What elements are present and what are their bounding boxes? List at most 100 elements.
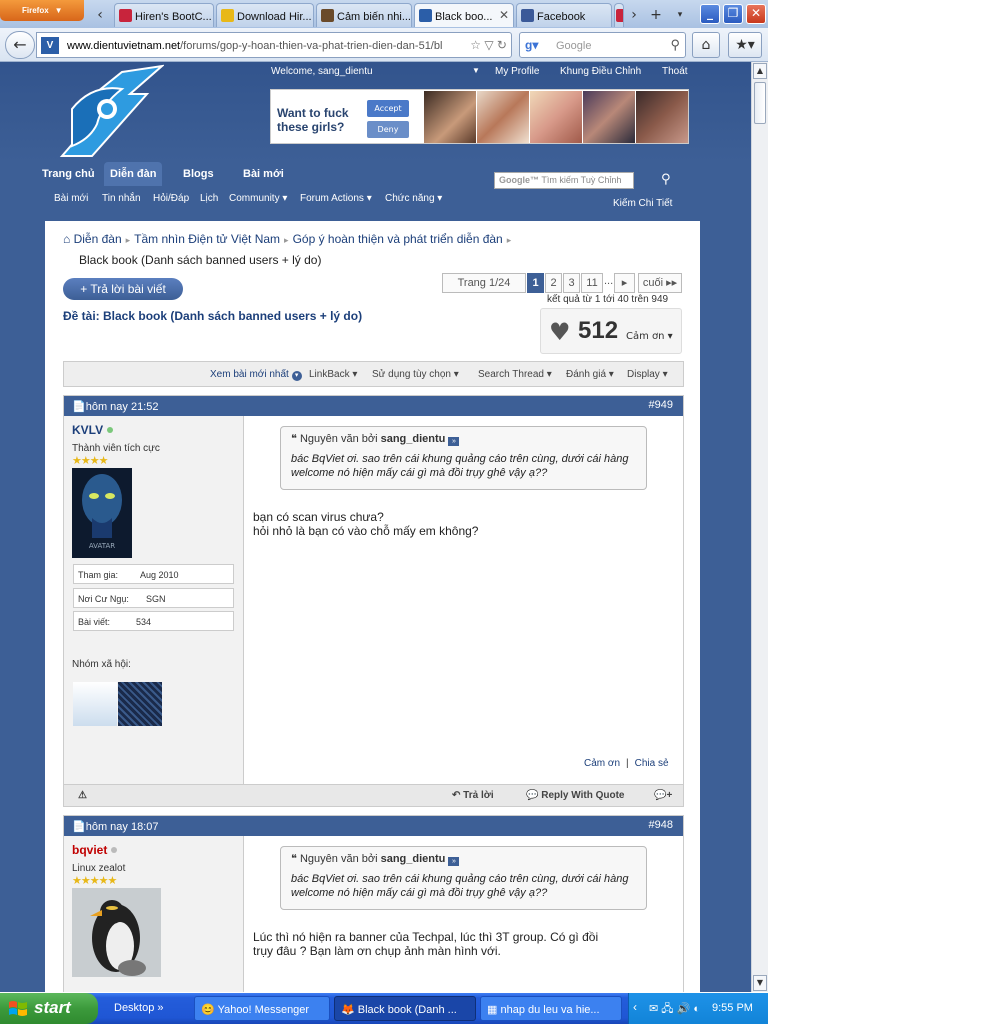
avatar[interactable]: AVATAR bbox=[72, 468, 132, 558]
rank-stars-icon: ★★★★★ bbox=[72, 874, 117, 887]
subnav-functions[interactable]: Chức năng ▾ bbox=[385, 193, 442, 204]
reply-thread-button[interactable]: + Trả lời bài viết bbox=[63, 278, 183, 300]
control-panel-link[interactable]: Khung Điều Chỉnh bbox=[560, 66, 641, 77]
post-number[interactable]: #949 bbox=[649, 399, 673, 411]
tab-hirens-bootcd[interactable]: Hiren's BootC... bbox=[114, 3, 214, 27]
reply-with-quote-button[interactable]: 💬 Reply With Quote bbox=[526, 790, 624, 801]
tab-facebook[interactable]: Facebook bbox=[516, 3, 612, 27]
thank-link[interactable]: Cảm ơn bbox=[584, 758, 620, 769]
tab-download-hirens[interactable]: Download Hir... bbox=[216, 3, 314, 27]
subnav-forum-actions[interactable]: Forum Actions ▾ bbox=[300, 193, 372, 204]
join-label: Tham gia: bbox=[78, 570, 119, 580]
view-newest-label: Xem bài mới nhất bbox=[210, 369, 289, 380]
advanced-search-link[interactable]: Kiếm Chi Tiết bbox=[613, 198, 672, 209]
task-desktop[interactable]: Desktop » bbox=[112, 996, 182, 1021]
thanks-box[interactable]: ♥ 512 Cảm ơn ▾ bbox=[540, 308, 682, 354]
welcome-dropdown-icon[interactable]: ▼ bbox=[472, 66, 480, 75]
nav-home[interactable]: Trang chủ bbox=[36, 165, 101, 183]
page-11[interactable]: 11 bbox=[581, 273, 603, 293]
tray-icons[interactable]: ✉ 🖧 🔊 ◐ bbox=[649, 1000, 700, 1019]
social-group-2-icon[interactable] bbox=[118, 682, 162, 726]
search-icon[interactable]: ⚲ bbox=[670, 37, 680, 53]
bookmark-star-icon[interactable]: ☆ ▽ ↻ bbox=[470, 38, 507, 52]
share-link[interactable]: Chia sẻ bbox=[635, 758, 669, 769]
view-post-icon[interactable]: » bbox=[448, 437, 460, 446]
page-label[interactable]: Trang 1/24 bbox=[442, 273, 526, 293]
display-menu[interactable]: Display ▾ bbox=[627, 369, 668, 380]
view-post-icon[interactable]: » bbox=[448, 857, 460, 866]
options-menu[interactable]: Sử dụng tùy chọn ▾ bbox=[372, 369, 459, 380]
post-body: Lúc thì nó hiện ra banner của Techpal, l… bbox=[253, 930, 598, 958]
back-button[interactable]: ← bbox=[5, 31, 35, 59]
site-logo[interactable] bbox=[52, 64, 164, 160]
ad-accept-button[interactable]: Accept bbox=[367, 100, 409, 117]
reply-button[interactable]: ↶ Trả lời bbox=[452, 790, 494, 801]
google-icon[interactable]: g▾ bbox=[525, 38, 538, 52]
site-identity-icon[interactable]: V bbox=[41, 37, 59, 54]
tab-list-icon[interactable]: ▾ bbox=[670, 4, 690, 26]
multi-quote-icon[interactable]: 💬+ bbox=[654, 790, 672, 801]
tab-scroll-right-icon[interactable]: › bbox=[624, 4, 644, 26]
search-icon[interactable]: ⚲ bbox=[661, 172, 671, 187]
username[interactable]: KVLV bbox=[72, 423, 114, 437]
tab-partial[interactable] bbox=[614, 3, 624, 27]
breadcrumb-feedback[interactable]: Góp ý hoàn thiện và phát triển diễn đàn bbox=[293, 232, 503, 246]
firefox-menu-button[interactable]: Firefox ▼ bbox=[0, 0, 84, 21]
task-yahoo-messenger[interactable]: 😊 Yahoo! Messenger bbox=[194, 996, 330, 1021]
rate-menu[interactable]: Đánh giá ▾ bbox=[566, 369, 614, 380]
tab-cam-bien[interactable]: Cảm biến nhi... bbox=[316, 3, 412, 27]
post-number[interactable]: #948 bbox=[649, 819, 673, 831]
next-page-button[interactable]: ▸ bbox=[614, 273, 635, 293]
subnav-faq[interactable]: Hỏi/Đáp bbox=[153, 193, 189, 204]
browser-window: Firefox ▼ ‹ Hiren's BootC... Download Hir… bbox=[0, 0, 768, 1024]
ad-deny-button[interactable]: Deny bbox=[367, 121, 409, 138]
tab-scroll-left-icon[interactable]: ‹ bbox=[90, 4, 110, 26]
task-black-book[interactable]: 🦊 Black book (Danh ... bbox=[334, 996, 476, 1021]
linkback-menu[interactable]: LinkBack ▾ bbox=[309, 369, 357, 380]
social-group-1-icon[interactable] bbox=[73, 682, 117, 726]
username[interactable]: bqviet bbox=[72, 843, 118, 857]
report-icon[interactable]: ⚠ bbox=[78, 790, 87, 801]
avatar[interactable] bbox=[72, 888, 161, 977]
page-3[interactable]: 3 bbox=[563, 273, 580, 293]
new-tab-icon[interactable]: + bbox=[646, 4, 666, 26]
search-box[interactable]: g▾ Google ⚲ bbox=[519, 32, 686, 58]
last-page-button[interactable]: cuối ▸▸ bbox=[638, 273, 682, 293]
my-profile-link[interactable]: My Profile bbox=[495, 66, 539, 77]
scroll-up-icon[interactable]: ▲ bbox=[753, 63, 767, 79]
page-2[interactable]: 2 bbox=[545, 273, 562, 293]
page-1[interactable]: 1 bbox=[527, 273, 544, 293]
search-thread-menu[interactable]: Search Thread ▾ bbox=[478, 369, 552, 380]
logout-link[interactable]: Thoát bbox=[662, 66, 688, 77]
close-window-button[interactable]: ✕ bbox=[746, 4, 766, 24]
ad-banner[interactable]: Want to fuck these girls? Accept Deny bbox=[270, 89, 689, 144]
firefox-menu-label: Firefox bbox=[22, 6, 49, 15]
close-icon[interactable]: ✕ bbox=[499, 8, 509, 22]
home-icon[interactable]: ⌂ bbox=[63, 232, 70, 246]
address-bar[interactable]: V www.dientuvietnam.net/forums/gop-y-hoa… bbox=[36, 32, 512, 58]
breadcrumb-vision[interactable]: Tầm nhìn Điện tử Việt Nam bbox=[134, 232, 280, 246]
subnav-new-posts[interactable]: Bài mới bbox=[54, 193, 88, 204]
nav-blogs[interactable]: Blogs bbox=[177, 165, 220, 183]
custom-search-input[interactable]: Google™ Tìm kiếm Tuỳ Chỉnh bbox=[494, 172, 634, 189]
minimize-button[interactable]: _ bbox=[700, 4, 720, 24]
thanks-label[interactable]: Cảm ơn ▾ bbox=[626, 331, 673, 342]
bookmarks-button[interactable]: ★▾ bbox=[728, 32, 762, 58]
start-button[interactable]: start bbox=[0, 993, 98, 1024]
breadcrumb-forum[interactable]: Diễn đàn bbox=[74, 232, 122, 246]
tab-black-book[interactable]: Black boo... ✕ bbox=[414, 3, 514, 27]
maximize-button[interactable]: ❐ bbox=[723, 4, 743, 24]
scroll-thumb[interactable] bbox=[754, 82, 766, 124]
home-button[interactable]: ⌂ bbox=[692, 32, 720, 58]
task-nhap-du-lieu[interactable]: ▦ nhap du leu va hie... bbox=[480, 996, 622, 1021]
scroll-down-icon[interactable]: ▼ bbox=[753, 975, 767, 991]
subnav-calendar[interactable]: Lịch bbox=[200, 193, 218, 204]
google-brand: Google™ bbox=[499, 175, 539, 185]
tray-expand-icon[interactable]: ‹ bbox=[633, 1000, 637, 1014]
nav-forum[interactable]: Diễn đàn bbox=[104, 162, 163, 186]
vertical-scrollbar[interactable]: ▲ ▼ bbox=[751, 62, 768, 992]
subnav-messages[interactable]: Tin nhắn bbox=[102, 193, 141, 204]
subnav-community[interactable]: Community ▾ bbox=[229, 193, 287, 204]
nav-new-posts[interactable]: Bài mới bbox=[237, 165, 290, 183]
view-newest-link[interactable]: Xem bài mới nhất ▾ bbox=[210, 369, 302, 381]
